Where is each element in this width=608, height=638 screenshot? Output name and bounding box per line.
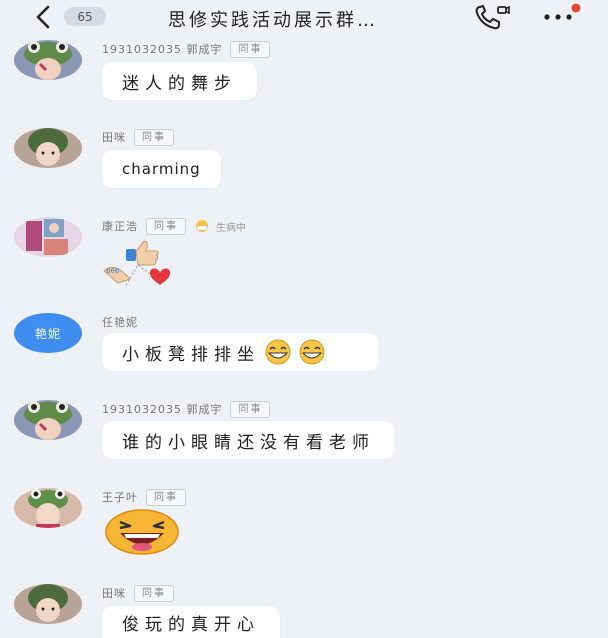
message-bubble[interactable]: 谁的小眼睛还没有看老师 [102, 421, 395, 459]
laughing-face-sticker[interactable] [102, 508, 180, 556]
message-bubble[interactable]: 俊玩的真开心 [102, 606, 280, 638]
more-dots-icon [544, 3, 581, 20]
status-text: 生病中 [216, 222, 246, 234]
message-meta: 1931032035 郭成宇 同事 [102, 400, 271, 418]
message-meta: 康正浩 同事 生病中 [102, 217, 246, 235]
chevron-left-icon [36, 5, 50, 29]
message-meta: 1931032035 郭成宇 同事 [102, 40, 271, 58]
role-badge: 同事 [146, 488, 186, 506]
grin-emoji [299, 339, 325, 365]
role-badge: 同事 [134, 128, 174, 146]
svg-text:666: 666 [106, 267, 120, 275]
sender-name[interactable]: 1931032035 郭成宇 [102, 401, 222, 417]
message-meta: 田咪 同事 [102, 584, 174, 602]
grin-emoji [265, 339, 291, 365]
message-bubble[interactable]: charming [102, 150, 221, 188]
frog-headband-avatar[interactable] [14, 488, 82, 528]
role-badge: 同事 [134, 584, 174, 602]
sender-name[interactable]: 田咪 [102, 585, 126, 601]
back-button[interactable] [30, 4, 56, 30]
sender-name[interactable]: 1931032035 郭成宇 [102, 41, 222, 57]
avatar-text: 艳妮 [34, 326, 61, 341]
unread-count-badge[interactable]: 65 [64, 7, 106, 26]
call-button[interactable] [474, 3, 512, 31]
text-avatar[interactable]: 艳妮 [14, 313, 82, 353]
thumbs-heart-sticker[interactable]: 666 [100, 237, 184, 289]
message-bubble[interactable]: 小板凳排排坐 [102, 333, 379, 371]
message-meta: 任艳妮 [102, 313, 146, 331]
role-badge: 同事 [146, 217, 186, 235]
sender-name[interactable]: 任艳妮 [102, 314, 138, 330]
message-meta: 田咪 同事 [102, 128, 174, 146]
collage-avatar[interactable] [14, 217, 82, 257]
girl-avatar[interactable] [14, 584, 82, 624]
status-tag: 生病中 [194, 219, 246, 234]
chat-header: 65 思修实践活动展示群… [0, 0, 608, 34]
phone-call-icon [475, 4, 510, 30]
sick-face-icon [196, 220, 208, 232]
sender-name[interactable]: 王子叶 [102, 489, 138, 505]
sender-name[interactable]: 田咪 [102, 129, 126, 145]
girl-avatar[interactable] [14, 128, 82, 168]
frog-hat-avatar[interactable] [14, 400, 82, 440]
message-bubble[interactable]: 迷人的舞步 [102, 62, 257, 100]
chat-title: 思修实践活动展示群… [168, 10, 378, 31]
role-badge: 同事 [230, 40, 271, 58]
message-meta: 王子叶 同事 [102, 488, 186, 506]
more-button[interactable] [538, 2, 584, 30]
frog-hat-avatar[interactable] [14, 40, 82, 80]
message-text: 小板凳排排坐 [122, 344, 260, 365]
sender-name[interactable]: 康正浩 [102, 218, 138, 234]
role-badge: 同事 [230, 400, 271, 418]
